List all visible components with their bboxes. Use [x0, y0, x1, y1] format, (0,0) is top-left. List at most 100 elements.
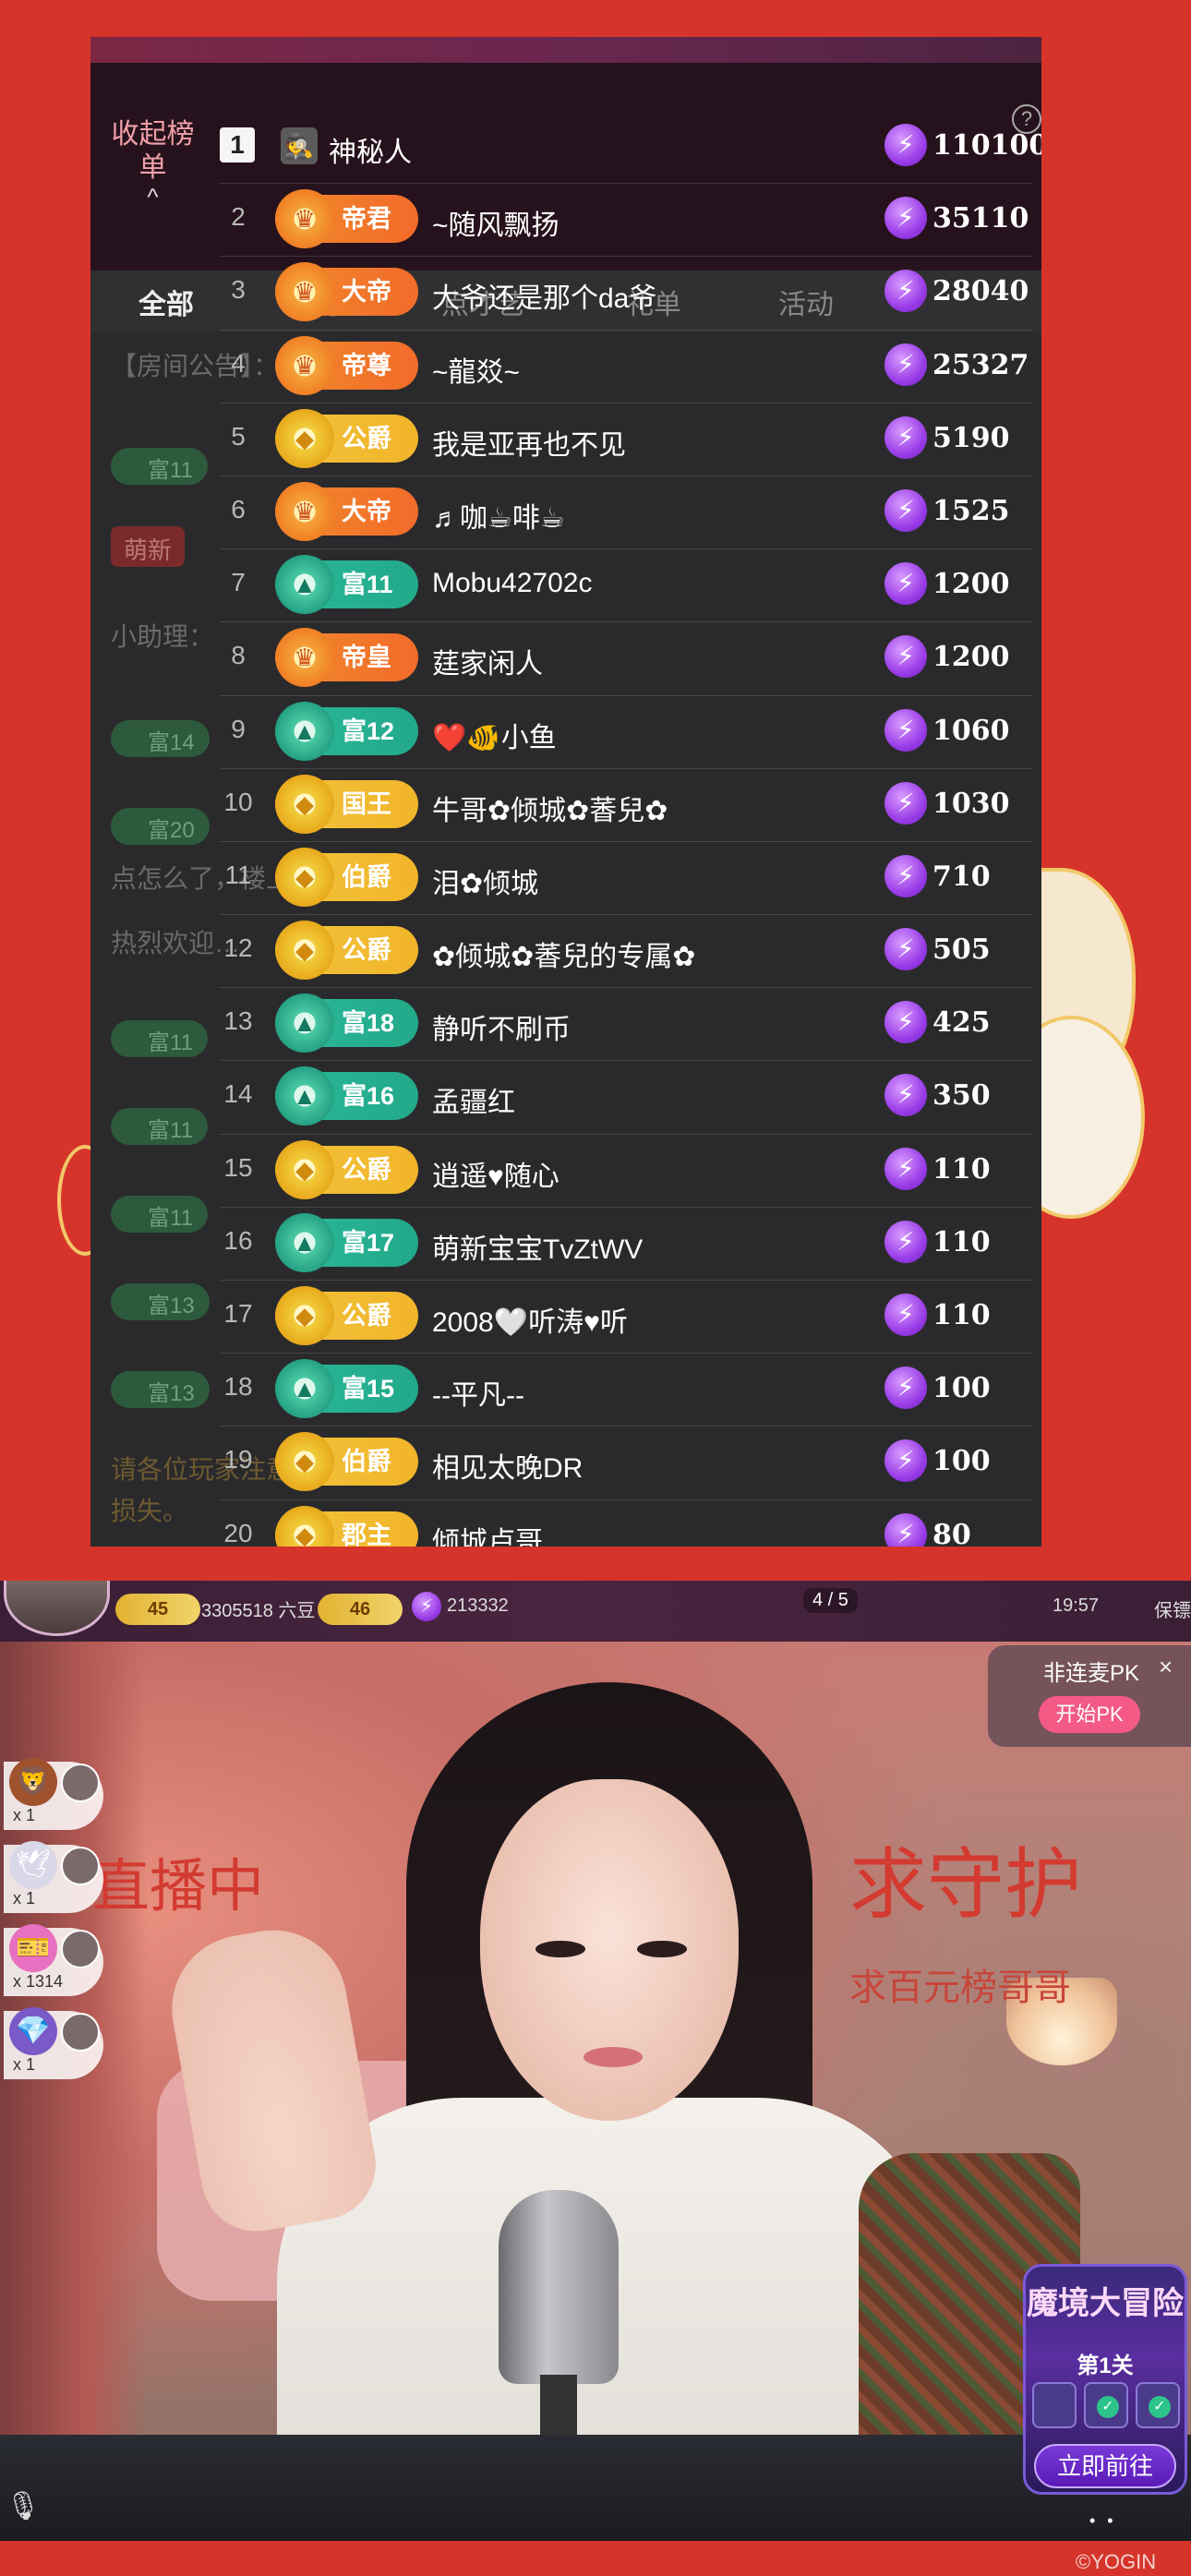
avatar	[61, 1847, 100, 1885]
user-name[interactable]: ✿倾城✿萫兒的专属✿	[432, 933, 695, 974]
leaderboard-row[interactable]: 15 ◆ 公爵 逍遥♥随心 ⚡ 110	[220, 1135, 1032, 1208]
gift-item[interactable]: 💎 x 1	[4, 2005, 105, 2088]
user-name[interactable]: 倾城卢哥	[432, 1519, 543, 1547]
user-name[interactable]: Mobu42702c	[432, 568, 592, 599]
user-name[interactable]: 2008🤍听涛♥听	[432, 1299, 628, 1340]
badge-icon: ◆	[275, 1139, 334, 1199]
collapse-leaderboard-button[interactable]: 收起榜单 ^	[109, 118, 197, 209]
live-overlay-text: 直播中	[92, 1852, 265, 1920]
badge-label: 国王	[342, 789, 391, 818]
leaderboard-row[interactable]: 9 ▲ 富12 ❤️🐠小鱼 ⚡ 1060	[220, 696, 1032, 769]
leaderboard-row[interactable]: 12 ◆ 公爵 ✿倾城✿萫兒的专属✿ ⚡ 505	[220, 915, 1032, 989]
bolt-icon: ⚡	[884, 854, 927, 897]
carousel-dots: • •	[1089, 2511, 1117, 2530]
score-value: 110	[932, 1152, 991, 1186]
badge-label: 大帝	[342, 497, 391, 525]
leaderboard-row[interactable]: 11 ◆ 伯爵 泪✿倾城 ⚡ 710	[220, 842, 1032, 916]
go-now-button[interactable]: 立即前往	[1034, 2444, 1176, 2488]
user-name[interactable]: ❤️🐠小鱼	[432, 715, 557, 755]
leaderboard-row[interactable]: 4 ♛ 帝尊 ~龍㸚~ ⚡ 25327	[220, 331, 1032, 403]
gift-item[interactable]: 🕊 x 1	[4, 1839, 105, 1922]
gift-item[interactable]: 🎫 x 1314	[4, 1922, 105, 2005]
score-value: 5190	[932, 421, 1010, 454]
tab-all[interactable]: 全部	[138, 282, 194, 322]
user-name[interactable]: 逍遥♥随心	[432, 1153, 559, 1194]
badge-label: 帝君	[342, 205, 391, 234]
rank-number: 4	[231, 348, 246, 378]
leaderboard-row[interactable]: 10 ◆ 国王 牛哥✿倾城✿萫兒✿ ⚡ 1030	[220, 769, 1032, 842]
mic-icon[interactable]: 🎙	[6, 2490, 41, 2522]
leaderboard-row[interactable]: 18 ▲ 富15 --平凡-- ⚡ 100	[220, 1354, 1032, 1427]
leaderboard-row[interactable]: 8 ♛ 帝皇 莛家闲人 ⚡ 1200	[220, 622, 1032, 696]
rank-number: 6	[231, 494, 246, 524]
leaderboard-row[interactable]: 7 ▲ 富11 Mobu42702c ⚡ 1200	[220, 549, 1032, 623]
chat-badge: 萌新	[111, 526, 186, 567]
score-value: 80	[932, 1518, 971, 1547]
user-name[interactable]: 萌新宝宝TvZtWV	[432, 1226, 643, 1267]
leaderboard-row[interactable]: 1 🕵 神秘人 ⚡ 110100	[220, 111, 1041, 185]
user-name[interactable]: 神秘人	[329, 129, 412, 170]
user-name[interactable]: 牛哥✿倾城✿萫兒✿	[432, 788, 668, 828]
close-icon[interactable]: ×	[1159, 1653, 1173, 1681]
badge-icon: ◆	[275, 774, 334, 834]
badge-icon: ◆	[275, 1286, 334, 1345]
leaderboard-row[interactable]: 6 ♛ 大帝 ♬咖☕啡☕ ⚡ 1525	[220, 476, 1032, 550]
score-value: 425	[932, 1006, 991, 1040]
page-indicator: 4 / 5	[803, 1588, 858, 1613]
lion-icon: 🦁	[9, 1758, 57, 1806]
user-name[interactable]: 泪✿倾城	[432, 861, 538, 901]
leaderboard-row[interactable]: 20 ◆ 郡主 倾城卢哥 ⚡ 80	[220, 1500, 1032, 1547]
user-name[interactable]: 相见太晚DR	[432, 1445, 583, 1486]
avatar	[61, 2013, 100, 2052]
start-pk-button[interactable]: 开始PK	[1039, 1696, 1140, 1733]
leaderboard-row[interactable]: 2 ♛ 帝君 ~随风飘扬 ⚡ 35110	[220, 184, 1032, 258]
leaderboard-row[interactable]: 14 ▲ 富16 孟疆红 ⚡ 350	[220, 1061, 1032, 1135]
guard-shop-link[interactable]: 保镖	[1154, 1595, 1191, 1622]
rank-number: 16	[223, 1225, 253, 1255]
chat-level-pill: 富11	[111, 1020, 208, 1057]
user-name[interactable]: 我是亚再也不见	[432, 422, 626, 463]
user-name[interactable]: ~随风飘扬	[432, 202, 559, 243]
chat-line: 损失。	[111, 1497, 189, 1525]
beans-count: 3305518 六豆	[201, 1601, 316, 1621]
score-value: 1030	[932, 787, 1010, 820]
rank-badge: ▲ 富12	[275, 701, 418, 761]
rank-number: 9	[231, 714, 246, 743]
score-value: 350	[932, 1079, 991, 1113]
badge-label: 富12	[342, 716, 395, 745]
user-name[interactable]: 静听不刷币	[432, 1006, 571, 1047]
badge-label: 富15	[342, 1375, 395, 1403]
leaderboard-row[interactable]: 13 ▲ 富18 静听不刷币 ⚡ 425	[220, 988, 1032, 1062]
leaderboard-row[interactable]: 3 ♛ 大帝 大爷还是那个da爷 ⚡ 28040	[220, 257, 1032, 331]
rank-number: 17	[223, 1299, 253, 1328]
bolt-count: 213332	[447, 1595, 509, 1616]
bolt-icon: ⚡	[884, 124, 927, 166]
score-value: 110100	[932, 129, 1041, 162]
bolt-icon: ⚡	[884, 1512, 927, 1547]
user-name[interactable]: 孟疆红	[432, 1079, 515, 1120]
streamer-eye	[535, 1941, 585, 1957]
user-name[interactable]: ~龍㸚~	[432, 349, 520, 390]
bolt-icon: ⚡	[884, 781, 927, 825]
score-value: 710	[932, 860, 991, 893]
badge-icon: ♛	[275, 189, 334, 249]
bolt-icon: ⚡	[884, 343, 927, 386]
leaderboard-list: 1 🕵 神秘人 ⚡ 110100 2 ♛ 帝君 ~随风飘扬 ⚡ 35110 3 ♛ 大帝 大爷还是那个da爷…	[220, 111, 1041, 1547]
gift-item[interactable]: 🦁 x 1	[4, 1756, 105, 1839]
leaderboard-row[interactable]: 5 ◆ 公爵 我是亚再也不见 ⚡ 5190	[220, 403, 1032, 476]
gift-count: x 1	[13, 1806, 36, 1824]
game-slots: ✓ ✓	[1032, 2382, 1180, 2428]
streamer-eye	[637, 1941, 687, 1957]
user-name[interactable]: 莛家闲人	[432, 641, 543, 681]
user-name[interactable]: 大爷还是那个da爷	[432, 275, 656, 316]
user-name[interactable]: --平凡--	[432, 1372, 524, 1413]
user-name[interactable]: ♬咖☕啡☕	[432, 495, 565, 536]
badge-label: 富17	[342, 1228, 395, 1257]
leaderboard-row[interactable]: 19 ◆ 伯爵 相见太晚DR ⚡ 100	[220, 1426, 1032, 1500]
bolt-icon: ⚡	[884, 708, 927, 752]
leaderboard-row[interactable]: 16 ▲ 富17 萌新宝宝TvZtWV ⚡ 110	[220, 1208, 1032, 1281]
badge-icon: ◆	[275, 1505, 334, 1547]
leaderboard-row[interactable]: 17 ◆ 公爵 2008🤍听涛♥听 ⚡ 110	[220, 1281, 1032, 1354]
chat-level-pill: 富13	[111, 1371, 210, 1408]
rank-number: 11	[224, 860, 252, 889]
